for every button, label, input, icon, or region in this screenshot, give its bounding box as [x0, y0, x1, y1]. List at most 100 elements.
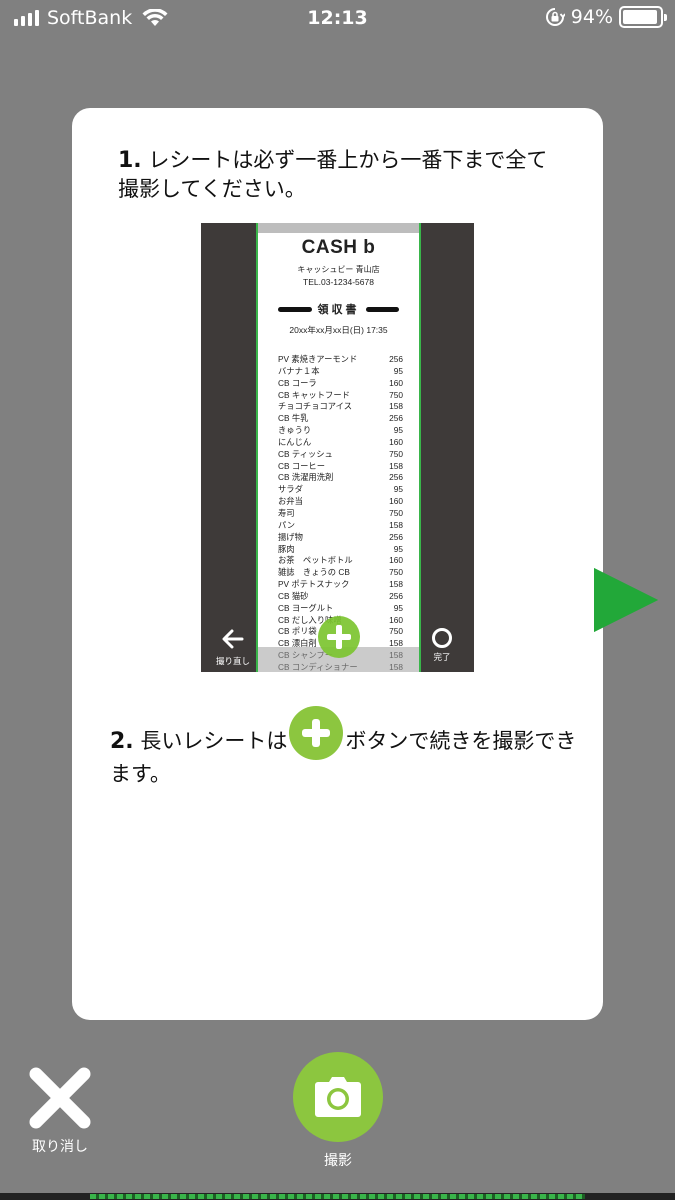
close-icon	[29, 1067, 91, 1129]
receipt-item-price: 158	[389, 519, 403, 530]
step2-text-before: 長いレシートは	[140, 729, 288, 753]
receipt-item-row: チョコチョコアイス 158	[278, 401, 403, 413]
receipt-item-row: CB ティッシュ 750	[278, 449, 403, 461]
preview-done-label: 完了	[433, 653, 451, 663]
receipt-tel: TEL.03-1234-5678	[303, 277, 374, 287]
receipt-item-row: にんじん 160	[278, 437, 403, 449]
receipt-preview-image: CASH b キャッシュビー 青山店 TEL.03-1234-5678 領収書 …	[201, 223, 474, 672]
receipt-item-row: お弁当 160	[278, 496, 403, 508]
instruction-card: 1. レシートは必ず一番上から一番下まで全て撮影してください。 CASH b キ…	[72, 108, 603, 1020]
receipt-item-price: 750	[389, 389, 403, 400]
receipt-item-name: CB コーラ	[278, 377, 317, 388]
receipt-item-name: 寿司	[278, 507, 295, 518]
receipt-item-row: PV 素焼きアーモンド 256	[278, 354, 403, 366]
receipt-store: キャッシュビー 青山店	[297, 265, 380, 274]
shoot-circle[interactable]	[293, 1052, 383, 1142]
receipt-item-name: お茶 ペットボトル	[278, 555, 353, 566]
battery-percent: 94%	[570, 6, 613, 28]
receipt-item-price: 750	[389, 567, 403, 578]
receipt-date: 20xx年xx月xx日(日) 17:35	[289, 325, 388, 335]
receipt-item-name: CB 猫砂	[278, 590, 309, 601]
receipt-item-row: 寿司 750	[278, 508, 403, 520]
receipt-item-name: CB 洗濯用洗剤	[278, 472, 334, 483]
receipt-item-row: CB 洗濯用洗剤 256	[278, 472, 403, 484]
receipt-item-name: CB ポリ袋	[278, 626, 317, 637]
receipt-item-row: CB 牛乳 256	[278, 413, 403, 425]
receipt-item-row: 豚肉 95	[278, 544, 403, 556]
preview-plus-icon	[318, 616, 360, 658]
receipt-item-name: PV ポテトスナック	[278, 579, 350, 590]
receipt-item-price: 158	[389, 460, 403, 471]
battery-icon	[619, 6, 667, 28]
receipt-item-row: バナナ１本 95	[278, 366, 403, 378]
receipt-item-name: きゅうり	[278, 425, 312, 436]
receipt-item-name: CB ヨーグルト	[278, 602, 334, 613]
preview-retake-label: 撮り直し	[215, 657, 250, 667]
receipt-item-row: サラダ 95	[278, 484, 403, 496]
receipt-item-row: CB キャットフード 750	[278, 390, 403, 402]
receipt-item-name: サラダ	[278, 484, 303, 495]
receipt-item-price: 160	[389, 614, 403, 625]
receipt-item-row: PV ポテトスナック 158	[278, 579, 403, 591]
receipt-item-name: CB 牛乳	[278, 413, 309, 424]
receipt-item-row: CB ヨーグルト 95	[278, 603, 403, 615]
status-bar: SoftBank 12:13 94%	[0, 0, 675, 40]
circle-icon	[432, 628, 452, 648]
receipt-item-row: 揚げ物 256	[278, 532, 403, 544]
step2-number: 2.	[110, 729, 134, 754]
camera-icon	[315, 1077, 361, 1117]
receipt-item-price: 95	[393, 365, 403, 376]
receipt-item-name: CB キャットフード	[278, 389, 350, 400]
plus-icon	[289, 706, 344, 760]
receipt-item-price: 256	[389, 354, 403, 364]
receipt-title-row: 領収書	[278, 302, 399, 316]
receipt-item-row: CB 猫砂 256	[278, 591, 403, 603]
receipt-item-price: 158	[389, 579, 403, 590]
step1-number: 1.	[118, 148, 142, 173]
receipt-item-price: 256	[389, 472, 403, 483]
receipt-item-price: 256	[389, 590, 403, 601]
cancel-button[interactable]: 取り消し	[22, 1062, 98, 1156]
receipt-item-price: 750	[389, 626, 403, 637]
receipt-item-price: 160	[389, 496, 403, 507]
receipt-item-name: PV 素焼きアーモンド	[278, 354, 358, 364]
next-page-button[interactable]	[590, 566, 662, 634]
receipt-item-row: 雑誌 きょうの CB 750	[278, 567, 403, 579]
receipt-item-price: 95	[393, 543, 403, 554]
step1-instruction: レシートは必ず一番上から一番下まで全て撮影してください。	[118, 148, 548, 201]
receipt-item-price: 158	[389, 401, 403, 412]
bottom-progress-strip	[90, 1194, 585, 1199]
cancel-label: 取り消し	[32, 1139, 88, 1155]
rotation-lock-icon	[545, 8, 565, 26]
receipt-item-name: にんじん	[278, 436, 312, 447]
receipt-logo: CASH b	[301, 237, 376, 258]
receipt-item-name: 雑誌 きょうの CB	[278, 567, 350, 578]
receipt-image: CASH b キャッシュビー 青山店 TEL.03-1234-5678 領収書 …	[256, 223, 421, 672]
receipt-item-name: バナナ１本	[278, 365, 320, 376]
receipt-item-price: 160	[389, 436, 403, 447]
receipt-item-price: 95	[393, 484, 403, 495]
receipt-item-row: きゅうり 95	[278, 425, 403, 437]
receipt-item-name: 豚肉	[278, 543, 295, 554]
receipt-item-row: お茶 ペットボトル 160	[278, 555, 403, 567]
receipt-item-price: 160	[389, 377, 403, 388]
receipt-item-price: 95	[393, 602, 403, 613]
shoot-label: 撮影	[324, 1153, 352, 1169]
preview-retake-button: 撮り直し	[215, 628, 251, 667]
arrow-left-icon	[222, 629, 244, 649]
receipt-item-row: CB コーヒー 158	[278, 461, 403, 473]
receipt-item-name: お弁当	[278, 496, 303, 507]
receipt-item-row: パン 158	[278, 520, 403, 532]
battery-fill	[623, 10, 657, 24]
step1-text: 1. レシートは必ず一番上から一番下まで全て撮影してください。	[118, 146, 568, 204]
receipt-item-name: パン	[278, 519, 296, 530]
receipt-item-price: 160	[389, 555, 403, 566]
receipt-item-name: CB ティッシュ	[278, 448, 333, 459]
receipt-item-price: 256	[389, 531, 403, 542]
shoot-button[interactable]: 撮影	[292, 1052, 384, 1170]
step2-text: 2. 長いレシートは ボタンで続きを撮影できます。	[110, 706, 580, 789]
receipt-item-price: 750	[389, 448, 403, 459]
receipt-item-price: 256	[389, 413, 403, 424]
receipt-title: 領収書	[317, 304, 360, 316]
status-right: 94%	[545, 6, 667, 28]
